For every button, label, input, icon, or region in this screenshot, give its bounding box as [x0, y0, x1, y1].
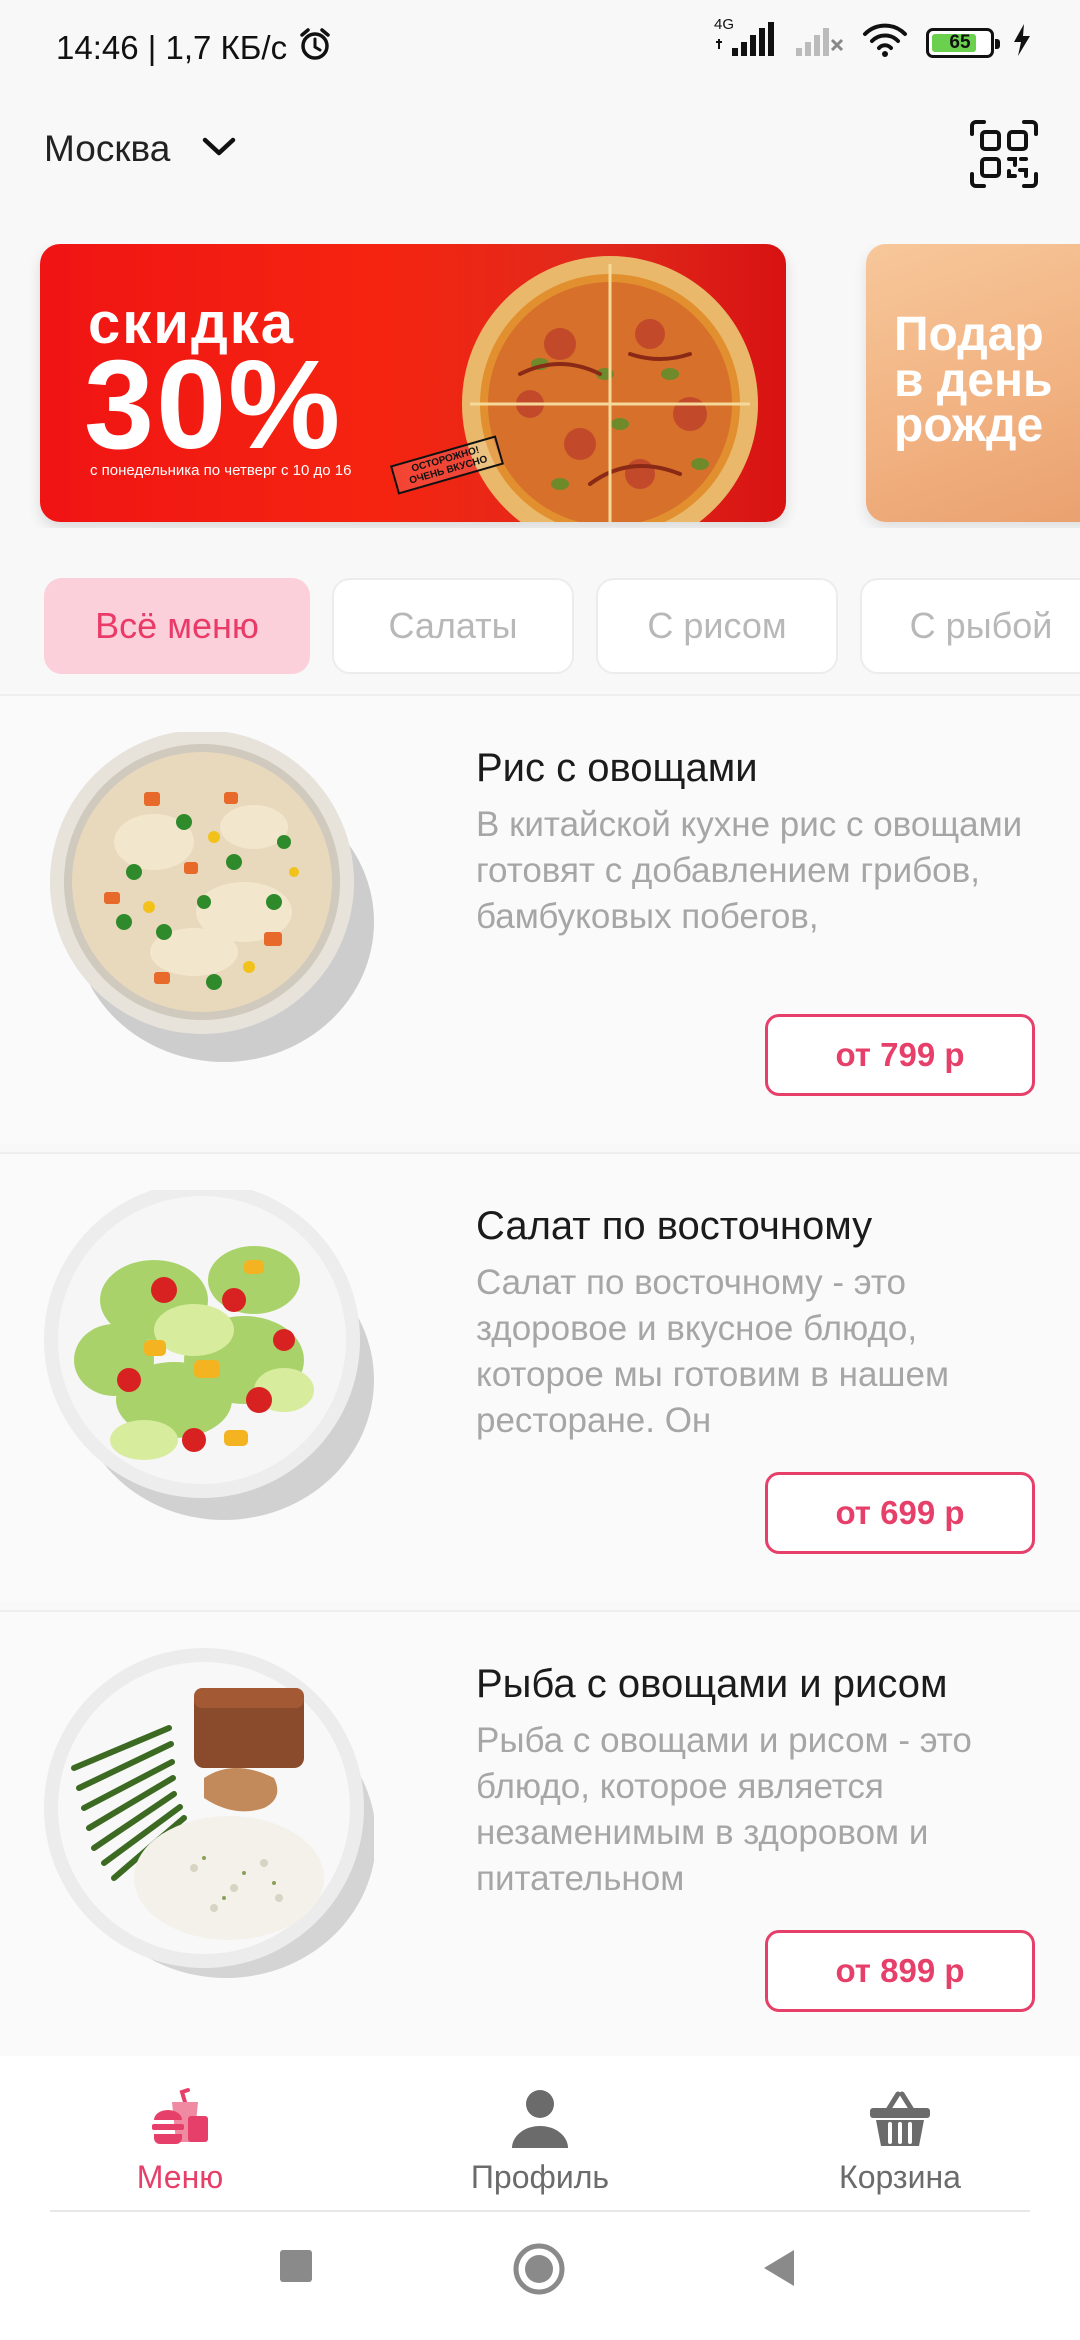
back-button[interactable] — [760, 2248, 798, 2293]
promo-banner-discount[interactable]: скидка 30% с понедельника по четверг с 1… — [40, 244, 786, 522]
product-name: Рис с овощами — [476, 746, 758, 790]
city-selector[interactable]: Москва — [44, 128, 236, 170]
wifi-icon — [862, 22, 908, 63]
price-button[interactable]: от 899 р — [765, 1930, 1035, 2012]
person-icon — [508, 2086, 572, 2155]
tab-with-rice[interactable]: С рисом — [596, 578, 838, 674]
product-card[interactable]: Рис с овощами В китайской кухне рис с ов… — [0, 694, 1080, 1144]
status-time: 14:46 | 1,7 КБ/с — [56, 29, 288, 66]
banner-conditions: с понедельника по четверг с 10 до 16 — [90, 462, 352, 479]
tab-all-menu[interactable]: Всё меню — [44, 578, 310, 674]
product-name: Салат по восточному — [476, 1204, 873, 1248]
system-navigation-bar — [0, 2212, 1080, 2340]
product-card[interactable]: Салат по восточному Салат по восточному … — [0, 1152, 1080, 1602]
pizza-image — [462, 256, 758, 522]
product-image-rice-vegetables — [50, 732, 374, 1062]
bottom-navigation: Меню Профиль Корзина — [0, 2056, 1080, 2212]
home-circle-icon — [512, 2243, 566, 2300]
charging-icon — [1012, 23, 1032, 62]
signal-no-sim-icon — [794, 22, 844, 63]
qr-scan-button[interactable] — [968, 118, 1040, 190]
city-label: Москва — [44, 128, 171, 169]
basket-icon — [868, 2086, 932, 2155]
app-screen: 14:46 | 1,7 КБ/с 4G 65 Москва скидка 30%… — [0, 0, 1080, 2340]
product-card[interactable]: Рыба с овощами и рисом Рыба с овощами и … — [0, 1610, 1080, 2060]
promo-banners: скидка 30% с понедельника по четверг с 1… — [0, 244, 1080, 528]
network-type: 4G — [714, 16, 735, 33]
tab-label: Салаты — [388, 605, 518, 646]
status-bar: 14:46 | 1,7 КБ/с 4G 65 — [0, 0, 1080, 96]
status-left: 14:46 | 1,7 КБ/с — [56, 26, 333, 70]
price-button[interactable]: от 699 р — [765, 1472, 1035, 1554]
category-tabs: Всё меню Салаты С рисом С рыбой — [0, 578, 1080, 678]
signal-icon: 4G — [714, 16, 776, 63]
product-image-oriental-salad — [44, 1190, 374, 1520]
product-description: Салат по восточному - это здоровое и вку… — [476, 1263, 950, 1440]
fastfood-icon — [148, 2086, 212, 2155]
product-description: В китайской кухне рис с овощами готовят … — [476, 805, 1023, 936]
status-right: 4G 65 — [714, 16, 1032, 63]
alarm-icon — [297, 26, 333, 70]
nav-menu[interactable]: Меню — [60, 2086, 300, 2196]
chevron-down-icon — [202, 136, 236, 163]
product-image-fish-rice — [44, 1648, 374, 1978]
square-icon — [278, 2250, 314, 2288]
nav-label: Профиль — [470, 2159, 610, 2195]
product-name: Рыба с овощами и рисом — [476, 1662, 948, 1706]
price-button[interactable]: от 799 р — [765, 1014, 1035, 1096]
nav-profile[interactable]: Профиль — [420, 2086, 660, 2196]
tab-label: С рисом — [647, 605, 787, 646]
tab-with-fish[interactable]: С рыбой — [860, 578, 1080, 674]
nav-label: Меню — [136, 2159, 224, 2195]
header: Москва — [0, 110, 1080, 200]
recent-apps-button[interactable] — [278, 2248, 314, 2289]
nav-cart[interactable]: Корзина — [780, 2086, 1020, 2196]
battery-level: 65 — [949, 31, 971, 53]
banner-birthday-text: Подар в день рожде — [894, 308, 1053, 453]
back-triangle-icon — [760, 2250, 798, 2292]
banner-discount-value: 30% — [84, 334, 343, 475]
promo-banner-birthday[interactable]: Подар в день рожде — [866, 244, 1080, 522]
tab-salads[interactable]: Салаты — [332, 578, 574, 674]
tab-label: С рыбой — [909, 605, 1053, 646]
qr-scan-icon — [968, 120, 1040, 194]
battery-icon: 65 — [926, 27, 1000, 58]
home-button[interactable] — [512, 2242, 566, 2301]
nav-label: Корзина — [839, 2159, 961, 2195]
product-description: Рыба с овощами и рисом - это блюдо, кото… — [476, 1721, 972, 1898]
tab-label: Всё меню — [95, 605, 259, 646]
